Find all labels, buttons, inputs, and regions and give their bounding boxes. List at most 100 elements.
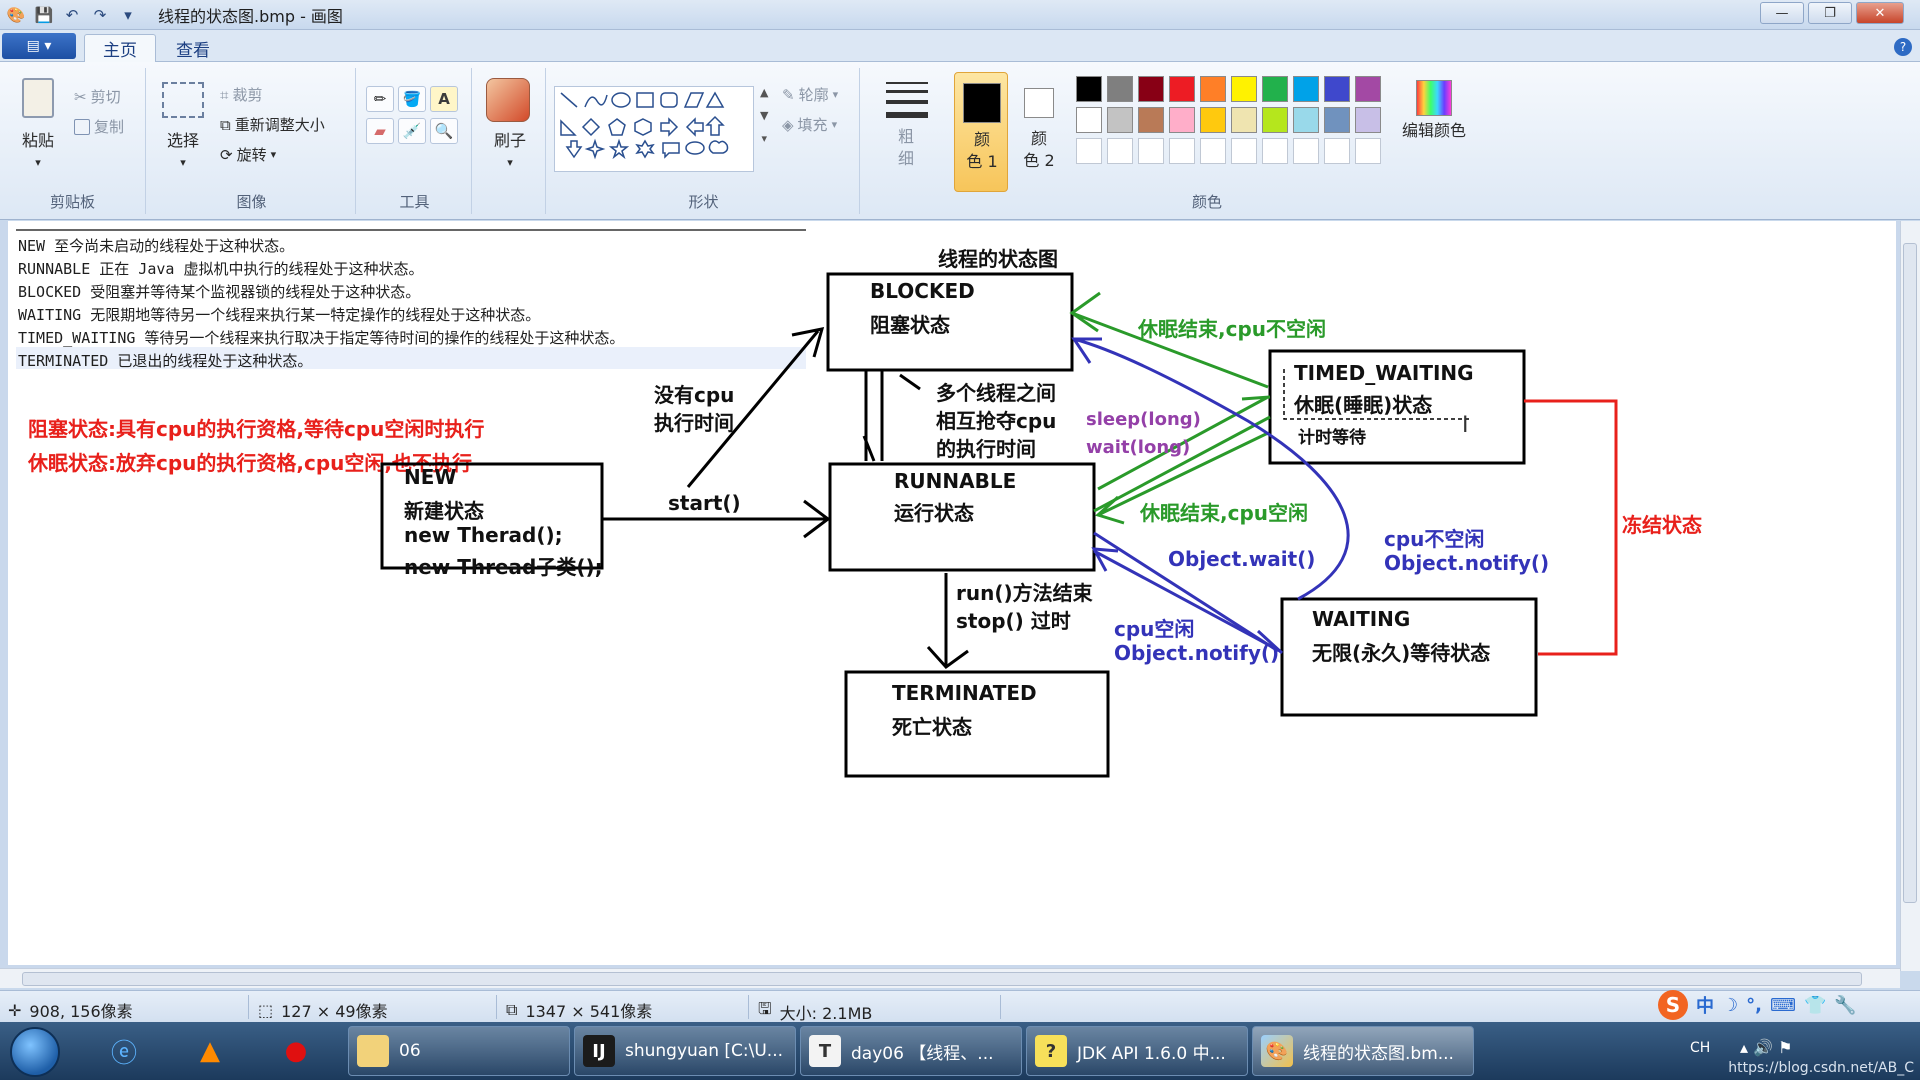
customize-quick-access-icon[interactable]: ▾ [116,4,140,26]
undo-icon[interactable]: ↶ [60,4,84,26]
ime-moon-icon[interactable]: ☽ [1722,995,1738,1016]
rotate-button[interactable]: ⟳ 旋转 ▾ [220,144,276,165]
color-swatch[interactable] [1107,107,1133,133]
color-swatch[interactable] [1138,107,1164,133]
task-intellij[interactable]: IJ shungyuan [C:\U... [574,1026,796,1076]
color-swatch[interactable] [1293,76,1319,102]
color-picker-icon[interactable]: 💉 [398,118,426,144]
ime-skin-icon[interactable]: 👕 [1804,995,1826,1016]
custom-color-slot[interactable] [1138,138,1164,164]
redo-icon[interactable]: ↷ [88,4,112,26]
vertical-scroll-thumb[interactable] [1903,243,1917,903]
scissors-icon: ✂ [74,87,87,106]
cut-button[interactable]: ✂ 剪切 [74,86,121,107]
custom-color-slot[interactable] [1231,138,1257,164]
maximize-button[interactable]: ❐ [1808,2,1852,24]
task-typora[interactable]: Tday06 【线程、... [800,1026,1022,1076]
outline-button[interactable]: ✎ 轮廓 ▾ [782,84,838,105]
state-timed-waiting-desc: 休眠(睡眠)状态 [1294,393,1433,417]
custom-color-slot[interactable] [1293,138,1319,164]
brushes-button[interactable]: 刷子 [480,130,540,152]
color-swatch[interactable] [1324,107,1350,133]
ime-toolbar[interactable]: S 中 ☽ °, ⌨ 👕 🔧 [1650,988,1910,1022]
ime-chinese-mode[interactable]: 中 [1696,992,1714,1018]
vlc-icon[interactable]: ▲ [184,1028,236,1074]
magnifier-icon[interactable]: 🔍 [430,118,458,144]
color-swatch[interactable] [1200,107,1226,133]
color-swatch[interactable] [1262,107,1288,133]
color-swatch[interactable] [1200,76,1226,102]
help-icon[interactable]: ? [1894,38,1912,56]
horizontal-scrollbar[interactable] [0,968,1900,988]
copy-button[interactable]: 复制 [74,116,124,137]
paste-icon[interactable] [22,78,54,118]
ime-punctuation-icon[interactable]: °, [1746,995,1762,1016]
sogou-ime-icon[interactable]: S [1658,990,1688,1020]
color-swatch[interactable] [1231,76,1257,102]
custom-color-slot[interactable] [1107,138,1133,164]
custom-color-slot[interactable] [1169,138,1195,164]
color-swatch[interactable] [1169,76,1195,102]
text-tool-icon[interactable]: A [430,86,458,112]
tab-view[interactable]: 查看 [158,34,228,62]
crop-button[interactable]: ⌗ 裁剪 [220,84,262,105]
color-swatch[interactable] [1355,76,1381,102]
paint-app-icon[interactable]: 🎨 [4,4,28,26]
color-swatch[interactable] [1355,107,1381,133]
tray-icons[interactable]: ▴ 🔊 ⚑ [1740,1038,1792,1057]
paste-button[interactable]: 粘贴 [8,130,68,152]
resize-button[interactable]: ⧉ 重新调整大小 [220,114,325,135]
save-icon[interactable]: 💾 [32,4,56,26]
file-menu-button[interactable]: ▤ ▾ [2,33,76,59]
custom-color-slot[interactable] [1200,138,1226,164]
shapes-gallery[interactable] [554,86,754,172]
color-swatch[interactable] [1138,76,1164,102]
task-jdk-api[interactable]: ? JDK API 1.6.0 中... [1026,1026,1248,1076]
state-new-code-2: new Thread子类(); [404,555,603,579]
record-icon[interactable]: ● [270,1028,322,1074]
close-button[interactable]: ✕ [1856,2,1904,24]
select-button[interactable]: 选择 [152,130,214,152]
task-folder[interactable]: 06 [348,1026,570,1076]
color-swatch[interactable] [1076,107,1102,133]
tab-home[interactable]: 主页 [84,34,156,62]
color-swatch[interactable] [1293,107,1319,133]
shapes-scroll[interactable]: ▲ ▼ ▾ [760,86,768,145]
custom-color-slot[interactable] [1324,138,1350,164]
select-dropdown-icon[interactable]: ▾ [152,152,214,174]
brush-icon[interactable] [486,78,530,122]
vertical-scrollbar[interactable] [1900,221,1920,971]
color-swatch[interactable] [1107,76,1133,102]
fill-button[interactable]: ◈ 填充 ▾ [782,114,837,135]
paste-dropdown-icon[interactable]: ▾ [8,152,68,174]
color-swatch[interactable] [1262,76,1288,102]
size-button[interactable]: 粗 细 [874,76,934,196]
size-label: 粗 细 [897,127,914,168]
drawing-canvas[interactable]: NEW 至今尚未启动的线程处于这种状态。 RUNNABLE 正在 Java 虚拟… [8,221,1896,965]
eraser-icon[interactable]: ▰ [366,118,394,144]
color-swatch[interactable] [1076,76,1102,102]
color2-button[interactable]: 颜 色 2 [1012,72,1066,192]
status-separator-3 [748,995,749,1019]
custom-color-slot[interactable] [1355,138,1381,164]
custom-color-slot[interactable] [1076,138,1102,164]
brushes-dropdown-icon[interactable]: ▾ [480,152,540,174]
minimize-button[interactable]: — [1760,2,1804,24]
language-indicator[interactable]: CH [1690,1040,1710,1056]
edit-colors-button[interactable]: 编辑颜色 [1382,120,1486,142]
color1-button[interactable]: 颜 色 1 [954,72,1008,192]
fill-bucket-icon[interactable]: 🪣 [398,86,426,112]
ie-icon[interactable]: ⓔ [98,1028,150,1074]
color-swatch[interactable] [1169,107,1195,133]
custom-color-slot[interactable] [1262,138,1288,164]
task-paint[interactable]: 🎨 线程的状态图.bm... [1252,1026,1474,1076]
pencil-icon[interactable]: ✏ [366,86,394,112]
ime-keyboard-icon[interactable]: ⌨ [1770,995,1796,1016]
horizontal-scroll-thumb[interactable] [22,972,1862,986]
select-icon[interactable] [162,82,204,118]
color-swatch[interactable] [1324,76,1350,102]
edit-colors-icon[interactable] [1416,80,1452,116]
start-button[interactable] [10,1027,60,1077]
ime-settings-icon[interactable]: 🔧 [1834,995,1856,1016]
color-swatch[interactable] [1231,107,1257,133]
